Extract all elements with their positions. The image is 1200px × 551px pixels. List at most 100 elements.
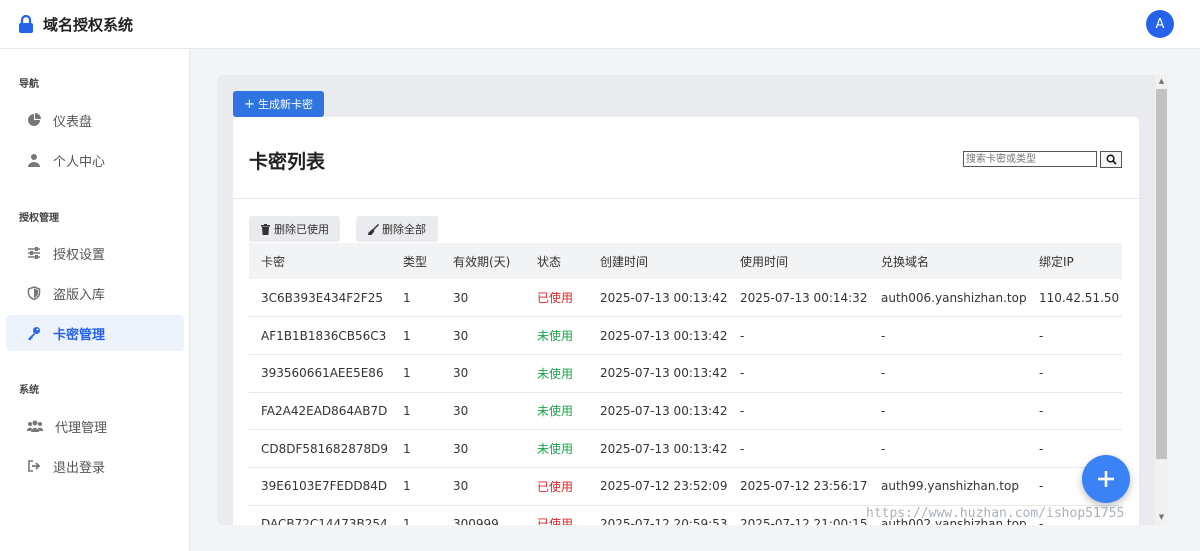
sidebar-item-dashboard[interactable]: 仪表盘 [6, 102, 184, 138]
table-row: AF1B1B1836CB56C3 1 30 未使用 2025-07-13 00:13:4… [249, 316, 1122, 355]
table-cell: 30 [441, 429, 525, 468]
search-button[interactable] [1100, 151, 1122, 168]
scroll-down-icon[interactable]: ▼ [1157, 513, 1166, 522]
table-cell: 1 [391, 279, 441, 318]
column-header: 状态 [537, 254, 562, 269]
sliders-icon [27, 246, 41, 260]
generate-card-key-button[interactable]: + 生成新卡密 [233, 91, 324, 117]
table-row: 393560661AEE5E86 1 30 未使用 2025-07-13 00:13:4… [249, 354, 1122, 393]
section-system: 系统 [19, 385, 39, 396]
table-cell: 2025-07-13 00:13:42 [588, 429, 728, 468]
sidebar-item-label: 代理管理 [55, 420, 108, 436]
avatar[interactable]: A [1146, 10, 1174, 38]
table-cell: - [869, 316, 1027, 355]
sidebar-item-card-keys[interactable]: 卡密管理 [6, 315, 184, 351]
table-cell: 2025-07-12 20:59:53 [588, 505, 728, 525]
page-title: 卡密列表 [249, 151, 326, 173]
table-cell: 未使用 [525, 354, 588, 393]
users-icon [27, 419, 43, 433]
table-cell: auth006.yanshizhan.top [869, 279, 1027, 318]
delete-all-button[interactable]: 删除全部 [356, 216, 438, 242]
table-cell: 30 [441, 279, 525, 318]
table-cell: CD8DF581682878D9 [249, 429, 391, 468]
scroll-thumb[interactable] [1156, 89, 1167, 459]
table-cell: 30 [441, 354, 525, 393]
table-cell: 30 [441, 467, 525, 506]
table-cell: 2025-07-13 00:13:42 [588, 279, 728, 318]
table-cell: 1 [391, 354, 441, 393]
table-cell: FA2A42EAD864AB7D [249, 392, 391, 431]
top-header: 域名授权系统 A [0, 0, 1200, 49]
sidebar-item-agents[interactable]: 代理管理 [6, 408, 184, 444]
table-cell: 未使用 [525, 316, 588, 355]
table-cell: 30 [441, 392, 525, 431]
table-row: 39E6103E7FEDD84D 1 30 已使用 2025-07-12 23:52:0… [249, 467, 1122, 506]
delete-used-button[interactable]: 删除已使用 [249, 216, 340, 242]
table-cell: AF1B1B1836CB56C3 [249, 316, 391, 355]
table-cell: 2025-07-13 00:13:42 [588, 316, 728, 355]
table-cell: 1 [391, 392, 441, 431]
table-row: FA2A42EAD864AB7D 1 30 未使用 2025-07-13 00:13:4… [249, 392, 1122, 431]
scrollbar[interactable]: ▲ ▼ [1155, 75, 1168, 525]
table-row: CD8DF581682878D9 1 30 未使用 2025-07-13 00:13:4… [249, 429, 1122, 468]
column-header: 使用时间 [740, 254, 789, 269]
table-cell: DACB72C14473B254 [249, 505, 391, 525]
sidebar-item-label: 退出登录 [53, 460, 106, 476]
table-cell: 已使用 [525, 279, 588, 318]
table-cell: 1 [391, 429, 441, 468]
sidebar-item-label: 个人中心 [53, 154, 106, 170]
table-cell: 已使用 [525, 505, 588, 525]
table-cell: - [869, 429, 1027, 468]
watermark: https://www.huzhan.com/ishop51755 [866, 506, 1125, 521]
table-cell: 39E6103E7FEDD84D [249, 467, 391, 506]
broom-icon [368, 223, 379, 235]
user-icon [27, 153, 41, 167]
section-auth: 授权管理 [19, 213, 59, 224]
column-header: 有效期(天) [453, 254, 511, 269]
plus-icon [1098, 471, 1114, 487]
column-header: 绑定IP [1039, 254, 1074, 269]
table-header-row: 卡密 类型 有效期(天) 状态 创建时间 使用时间 兑换域名 绑定IP [249, 243, 1122, 279]
divider [233, 198, 1139, 199]
table-cell: - [1027, 354, 1122, 393]
brand[interactable]: 域名授权系统 [18, 14, 133, 35]
key-icon [27, 326, 41, 340]
table-cell: 2025-07-12 21:00:15 [728, 505, 869, 525]
sidebar-item-label: 盗版入库 [53, 287, 106, 303]
table-row: 3C6B393E434F2F25 1 30 已使用 2025-07-13 00:13:4… [249, 279, 1122, 318]
table-cell: 2025-07-13 00:13:42 [588, 392, 728, 431]
table-cell: 2025-07-13 00:14:32 [728, 279, 869, 318]
table-cell: 1 [391, 505, 441, 525]
lock-icon [19, 15, 33, 33]
logout-icon [27, 459, 41, 473]
sidebar: 导航 仪表盘 个人中心 授权管理 授权设置 盗版入库 卡密管理 系统 代理管理 … [0, 49, 190, 551]
table-cell: - [728, 429, 869, 468]
table-cell: 1 [391, 316, 441, 355]
column-header: 创建时间 [600, 254, 649, 269]
table-cell: 已使用 [525, 467, 588, 506]
table-cell: - [1027, 316, 1122, 355]
shield-icon [27, 286, 41, 300]
table-cell: 2025-07-12 23:56:17 [728, 467, 869, 506]
scroll-up-icon[interactable]: ▲ [1157, 77, 1166, 86]
table-cell: - [869, 354, 1027, 393]
app-title: 域名授权系统 [43, 15, 134, 34]
add-fab-button[interactable] [1082, 455, 1130, 503]
search-input[interactable] [963, 151, 1097, 167]
column-header: 兑换域名 [881, 254, 930, 269]
table-cell: 1 [391, 467, 441, 506]
table-cell: - [869, 392, 1027, 431]
sidebar-item-logout[interactable]: 退出登录 [6, 448, 184, 484]
table-cell: - [728, 392, 869, 431]
table-cell: - [728, 316, 869, 355]
sidebar-item-label: 卡密管理 [53, 327, 106, 343]
pie-chart-icon [27, 113, 41, 127]
column-header: 类型 [403, 254, 428, 269]
sidebar-item-piracy[interactable]: 盗版入库 [6, 275, 184, 311]
sidebar-item-auth-settings[interactable]: 授权设置 [6, 235, 184, 271]
trash-icon [260, 223, 271, 235]
table-cell: 110.42.51.50 [1027, 279, 1122, 318]
plus-icon: + [244, 96, 255, 112]
table-cell: 3C6B393E434F2F25 [249, 279, 391, 318]
sidebar-item-profile[interactable]: 个人中心 [6, 142, 184, 178]
